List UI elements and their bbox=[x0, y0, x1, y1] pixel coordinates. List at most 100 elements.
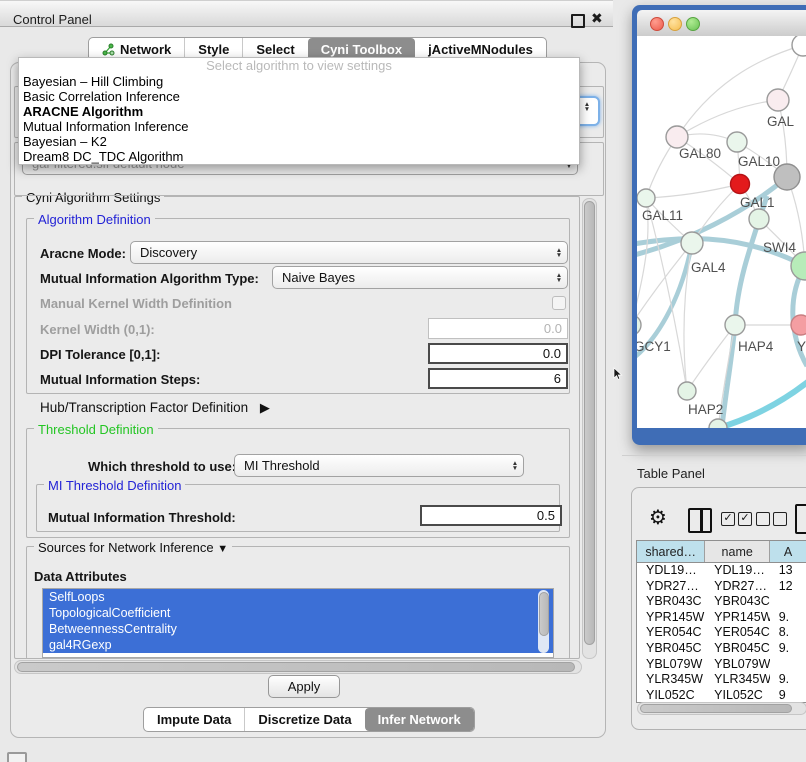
zoom-traffic-light-icon[interactable] bbox=[686, 17, 700, 31]
float-window-icon[interactable] bbox=[571, 14, 585, 28]
aracne-mode-label: Aracne Mode: bbox=[40, 246, 126, 261]
table-row[interactable]: YPR145WYPR145W9. bbox=[637, 610, 806, 626]
close-traffic-light-icon[interactable] bbox=[650, 17, 664, 31]
table-row[interactable]: YBL079WYBL079W bbox=[637, 657, 806, 673]
node-label: HAP2 bbox=[688, 402, 723, 417]
network-node-hap4[interactable] bbox=[725, 315, 745, 335]
algorithm-option[interactable]: Bayesian – Hill Climbing bbox=[19, 74, 579, 89]
table-row[interactable]: YBR045CYBR045C9. bbox=[637, 641, 806, 657]
tab-infer-network[interactable]: Infer Network bbox=[365, 708, 474, 731]
close-icon[interactable]: ✖ bbox=[591, 10, 603, 27]
node-table[interactable]: shared…nameA YDL19…YDL19…13YDR27…YDR27…1… bbox=[636, 540, 806, 703]
settings-vertical-scrollbar[interactable] bbox=[582, 198, 597, 659]
node-label: HAP4 bbox=[738, 339, 774, 354]
network-node[interactable] bbox=[791, 252, 806, 280]
manual-kernel-label: Manual Kernel Width Definition bbox=[40, 296, 232, 311]
mi-steps-input[interactable]: 6 bbox=[428, 368, 568, 389]
algorithm-option[interactable]: Mutual Information Inference bbox=[19, 119, 579, 134]
gear-icon[interactable]: ⚙ bbox=[649, 505, 667, 530]
attribute-list-item[interactable]: TopologicalCoefficient bbox=[43, 605, 553, 621]
scrollbar-thumb[interactable] bbox=[584, 201, 595, 645]
table-cell: 9 bbox=[770, 688, 806, 703]
kernel-width-label: Kernel Width (0,1): bbox=[40, 322, 155, 337]
algorithm-option[interactable]: Dream8 DC_TDC Algorithm bbox=[19, 149, 579, 164]
network-node-gal80[interactable] bbox=[666, 126, 688, 148]
column-header-A[interactable]: A bbox=[770, 541, 806, 562]
hub-definition-toggle[interactable]: Hub/Transcription Factor Definition ▶ bbox=[40, 400, 270, 416]
sources-title-row[interactable]: Sources for Network Inference ▼ bbox=[34, 540, 232, 555]
algorithm-option[interactable]: Bayesian – K2 bbox=[19, 134, 579, 149]
manual-kernel-checkbox[interactable] bbox=[552, 296, 566, 310]
table-cell: 12 bbox=[770, 579, 806, 595]
table-row[interactable]: YIL052CYIL052C9 bbox=[637, 688, 806, 703]
tab-discretize-data[interactable]: Discretize Data bbox=[244, 708, 364, 731]
table-row[interactable]: YLR345WYLR345W9. bbox=[637, 672, 806, 688]
algorithm-option[interactable]: ARACNE Algorithm bbox=[19, 104, 579, 119]
mouse-cursor bbox=[612, 367, 624, 381]
table-row[interactable]: YER054CYER054C8. bbox=[637, 625, 806, 641]
table-horizontal-scrollbar[interactable] bbox=[637, 702, 806, 715]
tab-impute-data[interactable]: Impute Data bbox=[144, 708, 244, 731]
network-node-gal4[interactable] bbox=[681, 232, 703, 254]
dpi-tolerance-input[interactable]: 0.0 bbox=[428, 343, 568, 364]
new-table-icon[interactable] bbox=[795, 504, 806, 534]
column-header-shared[interactable]: shared… bbox=[637, 541, 705, 562]
table-row[interactable]: YDR27…YDR27…12 bbox=[637, 579, 806, 595]
table-cell: 9. bbox=[770, 610, 806, 626]
list-vertical-scrollbar[interactable] bbox=[538, 590, 549, 653]
network-node-gal11[interactable] bbox=[637, 189, 655, 207]
settings-horizontal-scrollbar[interactable] bbox=[14, 660, 582, 674]
apply-button[interactable]: Apply bbox=[268, 675, 340, 698]
node-label: GCY1 bbox=[637, 339, 671, 354]
hide-columns-icon[interactable] bbox=[756, 512, 787, 526]
scrollbar-thumb[interactable] bbox=[17, 662, 575, 672]
minimize-traffic-light-icon[interactable] bbox=[668, 17, 682, 31]
spinner-arrows-icon: ▲▼ bbox=[551, 248, 567, 258]
network-node-hap2[interactable] bbox=[678, 382, 696, 400]
network-node-gal10[interactable] bbox=[727, 132, 747, 152]
tab-label: Select bbox=[256, 42, 294, 57]
algorithm-option[interactable]: Basic Correlation Inference bbox=[19, 89, 579, 104]
network-canvas[interactable]: GALGAL80GAL10GAL1GAL11SWI4GAL4GCY1HAP4YH… bbox=[637, 36, 806, 428]
scrollbar-thumb[interactable] bbox=[539, 592, 549, 636]
network-node-gal[interactable] bbox=[767, 89, 789, 111]
table-cell: YBR043C bbox=[637, 594, 705, 610]
attribute-list-item[interactable]: gal4RGexp bbox=[43, 637, 553, 653]
table-cell: YIL052C bbox=[705, 688, 770, 703]
network-nodes: GALGAL80GAL10GAL1GAL11SWI4GAL4GCY1HAP4YH… bbox=[637, 36, 806, 428]
scrollbar-thumb[interactable] bbox=[640, 704, 792, 713]
popup-prompt: Select algorithm to view settings bbox=[19, 58, 579, 74]
network-node[interactable] bbox=[774, 164, 800, 190]
node-label: GAL4 bbox=[691, 260, 726, 275]
node-label: GAL80 bbox=[679, 146, 721, 161]
mi-type-combobox[interactable]: Naive Bayes ▲▼ bbox=[272, 266, 568, 289]
attribute-list-item[interactable]: SelfLoops bbox=[43, 589, 553, 605]
column-header-name[interactable]: name bbox=[705, 541, 770, 562]
table-cell: YLR345W bbox=[705, 672, 770, 688]
aracne-mode-combobox[interactable]: Discovery ▲▼ bbox=[130, 241, 568, 264]
aracne-mode-value: Discovery bbox=[131, 245, 551, 260]
attribute-list-item[interactable]: BetweennessCentrality bbox=[43, 621, 553, 637]
network-node-swi4[interactable] bbox=[749, 209, 769, 229]
dock-icon[interactable] bbox=[7, 752, 27, 762]
table-row[interactable]: YBR043CYBR043C bbox=[637, 594, 806, 610]
show-columns-icon[interactable]: ✓ ✓ bbox=[721, 512, 752, 526]
data-attributes-list[interactable]: SelfLoopsTopologicalCoefficientBetweenne… bbox=[42, 588, 554, 658]
network-node-gal1[interactable] bbox=[731, 175, 750, 194]
network-window-titlebar[interactable] bbox=[637, 10, 806, 37]
table-cell: YDL19… bbox=[705, 563, 770, 579]
table-row[interactable]: YDL19…YDL19…13 bbox=[637, 563, 806, 579]
expanded-arrow-icon[interactable]: ▼ bbox=[217, 543, 228, 555]
which-threshold-combobox[interactable]: MI Threshold ▲▼ bbox=[234, 454, 524, 477]
collapsed-arrow-icon[interactable]: ▶ bbox=[260, 400, 270, 415]
network-node-gcy1[interactable] bbox=[637, 315, 641, 335]
mi-threshold-input[interactable]: 0.5 bbox=[420, 505, 562, 526]
network-node[interactable] bbox=[792, 36, 806, 56]
network-view-window[interactable]: GALGAL80GAL10GAL1GAL11SWI4GAL4GCY1HAP4YH… bbox=[632, 5, 806, 445]
network-node-y[interactable] bbox=[791, 315, 806, 335]
tab-label: Impute Data bbox=[157, 712, 231, 727]
columns-icon[interactable] bbox=[688, 508, 712, 533]
kernel-width-input[interactable]: 0.0 bbox=[428, 318, 568, 339]
unchecked-checkbox-icon bbox=[756, 512, 770, 526]
table-cell: YBL079W bbox=[637, 657, 705, 673]
